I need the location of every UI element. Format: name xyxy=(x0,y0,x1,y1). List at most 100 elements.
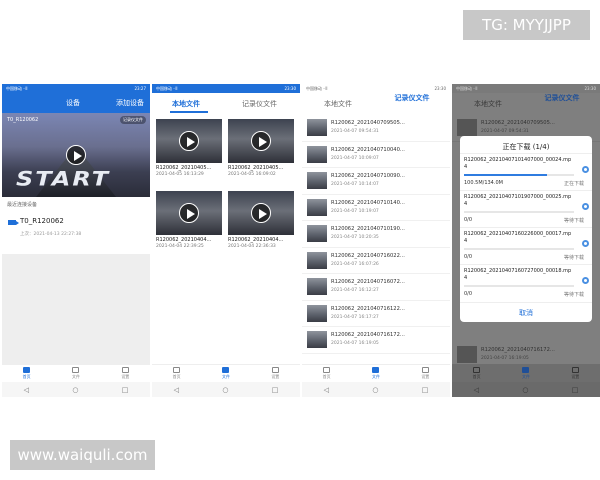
recents-icon[interactable]: □ xyxy=(122,386,129,394)
screenshot: TG: MYYJJPP www.waiquli.com 中国移动 ᐧᐧll 23… xyxy=(0,0,600,480)
video-thumbnail xyxy=(457,346,477,363)
nav-files[interactable]: 文件 xyxy=(201,365,250,382)
hero-start-text: START xyxy=(16,167,111,191)
nav-files[interactable]: 文件 xyxy=(351,365,400,382)
nav-settings-label: 设置 xyxy=(121,374,130,379)
nav-home-label: 首页 xyxy=(472,374,481,379)
tab-local-files[interactable]: 本地文件 xyxy=(172,99,200,109)
home-circle-icon[interactable]: ○ xyxy=(72,386,78,394)
video-thumbnail xyxy=(228,119,294,163)
phone-download-dialog-screen: 中国移动 ᐧᐧll 23:30 本地文件 记录仪文件 R120062_20210… xyxy=(452,84,600,397)
bottom-nav: 首页 文件 设置 xyxy=(152,364,300,382)
status-bar: 中国移动 ᐧᐧll 23:27 xyxy=(2,84,150,93)
download-control-icon[interactable] xyxy=(582,240,589,247)
download-item: R120062_20210407101907000_00025.mp4 0/0 … xyxy=(460,190,592,227)
folder-icon xyxy=(222,367,230,373)
tab-recorder-files[interactable]: 记录仪文件 xyxy=(242,99,277,109)
nav-home[interactable]: 首页 xyxy=(302,365,351,382)
home-circle-icon[interactable]: ○ xyxy=(522,386,528,394)
file-date: 2021-04-07 10:14:07 xyxy=(331,182,379,187)
recents-icon[interactable]: □ xyxy=(572,386,579,394)
back-icon[interactable]: ◁ xyxy=(174,386,179,394)
file-date: 2021-04-07 09:54:31 xyxy=(331,129,379,134)
play-icon[interactable] xyxy=(179,131,199,151)
download-progress-bar xyxy=(464,211,574,213)
device-name: T0_R120062 xyxy=(20,217,64,225)
back-icon[interactable]: ◁ xyxy=(474,386,479,394)
list-item[interactable]: R120062_2021040716172... 2021-04-07 16:19… xyxy=(302,327,450,354)
file-name: R120062_2021040716072... xyxy=(331,279,405,285)
add-device-button[interactable]: 添加设备 xyxy=(116,98,144,108)
video-thumbnail xyxy=(228,191,294,235)
nav-home-label: 首页 xyxy=(22,374,31,379)
tab-local-files[interactable]: 本地文件 xyxy=(324,99,352,109)
recents-icon[interactable]: □ xyxy=(422,386,429,394)
recorder-file-list: R120062_2021040709505... 2021-04-07 09:54… xyxy=(302,115,450,364)
nav-settings[interactable]: 设置 xyxy=(251,365,300,382)
file-name: R120062_2021040710040... xyxy=(331,146,405,153)
tab-recorder-files[interactable]: 记录仪文件 xyxy=(394,94,430,102)
back-icon[interactable]: ◁ xyxy=(24,386,29,394)
device-preview-card[interactable]: START T0_R120062 记录仪文件 xyxy=(2,113,150,197)
play-icon[interactable] xyxy=(251,131,271,151)
file-name: R120062_20210404... xyxy=(156,237,212,243)
file-tile[interactable]: R120062_20210404... 2021-04-04 22:36:33 xyxy=(228,191,294,249)
video-thumbnail xyxy=(307,198,327,216)
home-icon xyxy=(23,367,31,373)
file-name: R120062_2021040716022... xyxy=(331,252,405,259)
download-dialog: 正在下载 (1/4) R120062_20210407101407000_000… xyxy=(460,136,592,322)
system-nav-bar: ◁ ○ □ xyxy=(452,382,600,397)
video-thumbnail xyxy=(307,225,327,242)
cancel-button[interactable]: 取消 xyxy=(460,302,592,322)
download-control-icon[interactable] xyxy=(582,277,589,284)
file-name: R120062_2021040716122... xyxy=(331,305,405,312)
download-size: 100.5M/134.0M xyxy=(464,180,503,186)
camera-icon xyxy=(8,220,19,225)
list-item[interactable]: R120062_2021040710040... 2021-04-07 10:09… xyxy=(302,141,450,168)
download-control-icon[interactable] xyxy=(582,203,589,210)
home-circle-icon[interactable]: ○ xyxy=(222,386,228,394)
file-tile[interactable]: R120062_20210405... 2021-04-05 16:13:29 xyxy=(156,119,222,177)
file-tile[interactable]: R120062_20210405... 2021-04-05 16:09:02 xyxy=(228,119,294,177)
folder-icon xyxy=(72,367,80,373)
carrier-text: 中国移动 ᐧᐧll xyxy=(6,86,28,91)
download-control-icon[interactable] xyxy=(582,166,589,173)
play-icon[interactable] xyxy=(66,145,86,165)
list-item[interactable]: R120062_2021040710190... 2021-04-07 10:20… xyxy=(302,221,450,248)
nav-home[interactable]: 首页 xyxy=(152,365,201,382)
back-icon[interactable]: ◁ xyxy=(324,386,329,394)
file-date: 2021-04-04 22:36:33 xyxy=(228,244,276,249)
nav-settings[interactable]: 设置 xyxy=(401,365,450,382)
device-list-item[interactable]: T0_R120062 上次：2021-04-13 22:27:38 xyxy=(2,212,150,242)
video-thumbnail xyxy=(457,119,477,136)
file-date: 2021-04-07 16:12:27 xyxy=(331,288,379,293)
play-icon[interactable] xyxy=(251,203,271,223)
nav-settings[interactable]: 设置 xyxy=(101,365,150,382)
nav-files[interactable]: 文件 xyxy=(51,365,100,382)
page-title: 设备 xyxy=(66,99,80,107)
list-item[interactable]: R120062_2021040710090... 2021-04-07 10:14… xyxy=(302,168,450,195)
download-size: 0/0 xyxy=(464,291,473,297)
file-tile[interactable]: R120062_20210404... 2021-04-04 22:39:25 xyxy=(156,191,222,249)
file-date: 2021-04-07 16:19:05 xyxy=(331,341,379,346)
file-date: 2021-04-07 16:19:05 xyxy=(481,356,529,361)
file-date: 2021-04-07 16:07:26 xyxy=(331,261,379,267)
list-item[interactable]: R120062_2021040716122... 2021-04-07 16:17… xyxy=(302,300,450,327)
video-thumbnail xyxy=(307,172,327,189)
file-date: 2021-04-07 10:09:07 xyxy=(331,155,379,161)
file-name: R120062_20210405... xyxy=(228,165,284,171)
recorder-files-badge[interactable]: 记录仪文件 xyxy=(120,116,146,124)
nav-settings-label: 设置 xyxy=(421,374,430,379)
gear-icon xyxy=(421,367,429,373)
list-item[interactable]: R120062_2021040710140... 2021-04-07 10:19… xyxy=(302,194,450,221)
nav-files-label: 文件 xyxy=(71,374,80,379)
list-item[interactable]: R120062_2021040709505... 2021-04-07 09:54… xyxy=(302,115,450,142)
nav-home[interactable]: 首页 xyxy=(2,365,51,382)
list-item[interactable]: R120062_2021040716022... 2021-04-07 16:07… xyxy=(302,247,450,274)
tab-recorder-files: 记录仪文件 xyxy=(544,94,580,102)
play-icon[interactable] xyxy=(179,203,199,223)
recents-icon[interactable]: □ xyxy=(272,386,279,394)
list-item[interactable]: R120062_2021040716072... 2021-04-07 16:12… xyxy=(302,274,450,301)
carrier-text: 中国移动 ᐧᐧll xyxy=(306,86,328,91)
home-circle-icon[interactable]: ○ xyxy=(372,386,378,394)
